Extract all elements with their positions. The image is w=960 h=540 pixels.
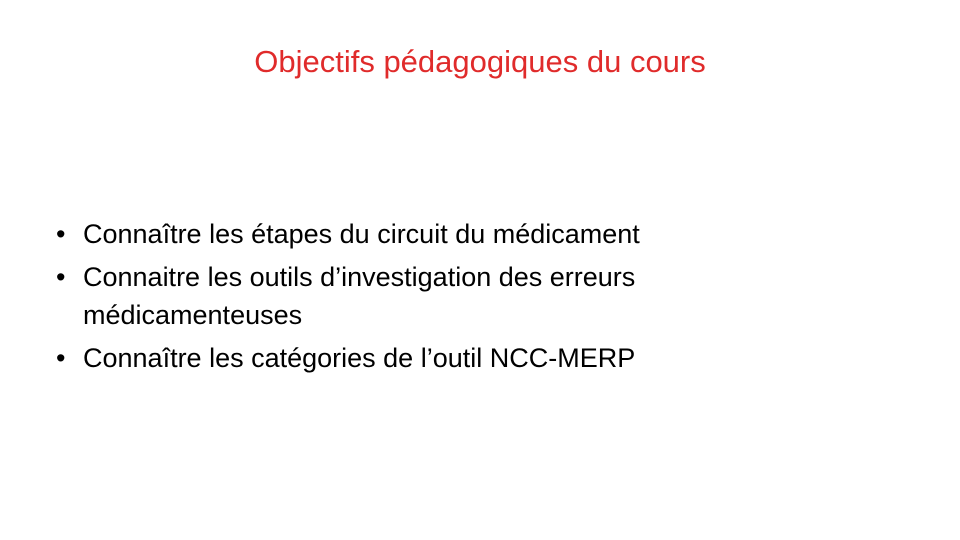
bullet-icon: •	[56, 343, 66, 373]
bullet-icon: •	[56, 262, 66, 292]
list-item: • Connaitre les outils d’investigation d…	[56, 258, 756, 334]
slide-title: Objectifs pédagogiques du cours	[254, 44, 706, 79]
bullet-text: Connaître les étapes du circuit du médic…	[83, 219, 640, 249]
bullet-text: Connaître les catégories de l’outil NCC-…	[83, 343, 636, 373]
objectives-list: • Connaître les étapes du circuit du méd…	[56, 215, 756, 382]
list-item: • Connaître les catégories de l’outil NC…	[56, 339, 756, 377]
bullet-text: Connaitre les outils d’investigation des…	[83, 262, 636, 330]
bullet-icon: •	[56, 219, 66, 249]
list-item: • Connaître les étapes du circuit du méd…	[56, 215, 756, 253]
slide: Objectifs pédagogiques du cours • Connaî…	[0, 0, 960, 540]
